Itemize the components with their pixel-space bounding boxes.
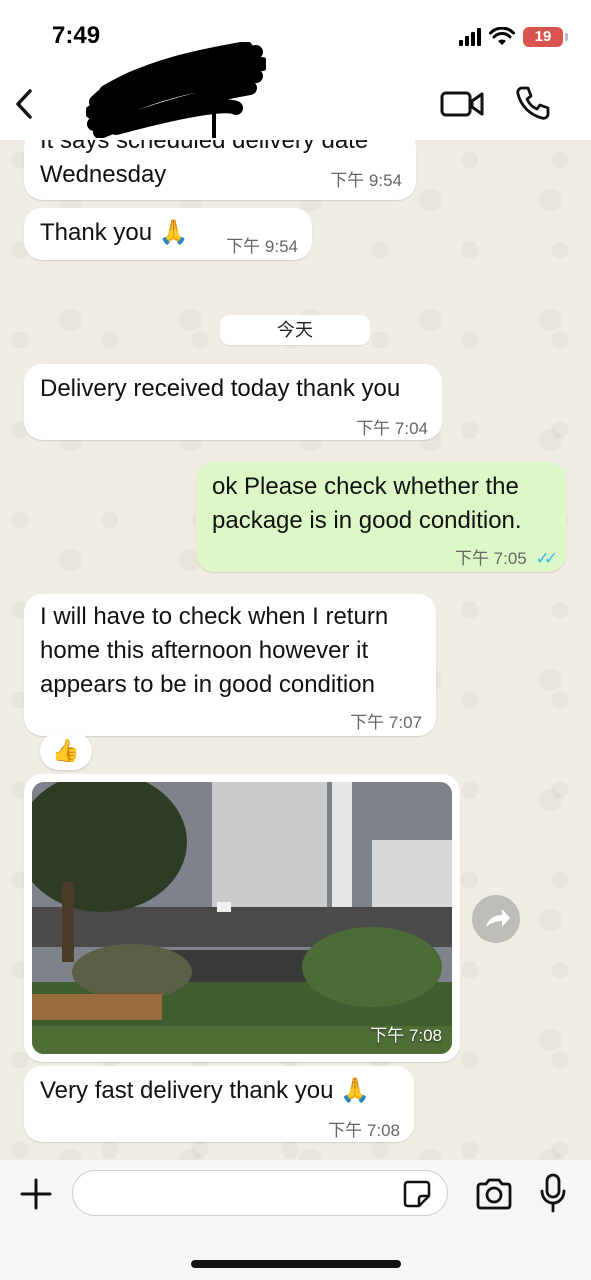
wifi-icon xyxy=(489,27,515,45)
message-time: 下午 7:08 xyxy=(370,1026,442,1045)
image-message[interactable]: 下午 7:08 xyxy=(24,774,460,1062)
message-time: 下午 9:54 xyxy=(330,171,402,190)
forward-button[interactable] xyxy=(472,895,520,943)
sticker-icon[interactable] xyxy=(402,1179,432,1209)
status-icons: 19 xyxy=(459,26,568,48)
battery-icon: 19 xyxy=(523,27,568,47)
message-time: 下午 7:05 ✓✓ xyxy=(454,549,558,568)
redaction-scribble xyxy=(86,42,266,138)
message-time: 下午 9:54 xyxy=(226,237,298,256)
message-text: Delivery received today thank you xyxy=(40,375,401,402)
message-text: ok Please check whether the package is i… xyxy=(212,473,522,534)
message-time: 下午 7:08 xyxy=(328,1121,400,1140)
microphone-icon[interactable] xyxy=(538,1172,568,1214)
photo-thumbnail[interactable]: 下午 7:08 xyxy=(32,782,452,1054)
plus-icon[interactable] xyxy=(18,1176,54,1212)
message-bubble[interactable]: It says scheduled delivery date Wednesda… xyxy=(24,140,416,200)
reaction-badge[interactable]: 👍 xyxy=(40,732,92,770)
cellular-signal-icon xyxy=(459,28,481,46)
date-separator: 今天 xyxy=(220,315,370,345)
message-bubble[interactable]: Very fast delivery thank you 🙏 下午 7:08 xyxy=(24,1066,414,1142)
back-chevron-icon[interactable] xyxy=(10,86,40,122)
message-text: Very fast delivery thank you 🙏 xyxy=(40,1077,371,1104)
message-text: Thank you 🙏 xyxy=(40,219,189,246)
phone-icon[interactable] xyxy=(514,84,552,122)
message-bubble[interactable]: Thank you 🙏 下午 9:54 xyxy=(24,208,312,260)
message-bubble-outgoing[interactable]: ok Please check whether the package is i… xyxy=(196,462,566,572)
home-indicator[interactable] xyxy=(191,1260,401,1268)
video-camera-icon[interactable] xyxy=(440,88,484,120)
camera-icon[interactable] xyxy=(474,1176,514,1212)
message-time: 下午 7:04 xyxy=(356,419,428,438)
message-text: I will have to check when I return home … xyxy=(40,603,389,698)
forward-arrow-icon xyxy=(486,909,510,927)
read-receipt-icon: ✓✓ xyxy=(535,549,558,568)
message-input[interactable] xyxy=(72,1170,448,1216)
message-text: It says scheduled delivery date Wednesda… xyxy=(40,140,369,188)
photo-image xyxy=(32,782,452,1054)
message-time: 下午 7:07 xyxy=(350,713,422,732)
chat-header xyxy=(0,42,591,140)
message-bubble[interactable]: Delivery received today thank you 下午 7:0… xyxy=(24,364,442,440)
message-list[interactable]: It says scheduled delivery date Wednesda… xyxy=(0,140,591,1160)
message-bubble[interactable]: I will have to check when I return home … xyxy=(24,594,436,736)
